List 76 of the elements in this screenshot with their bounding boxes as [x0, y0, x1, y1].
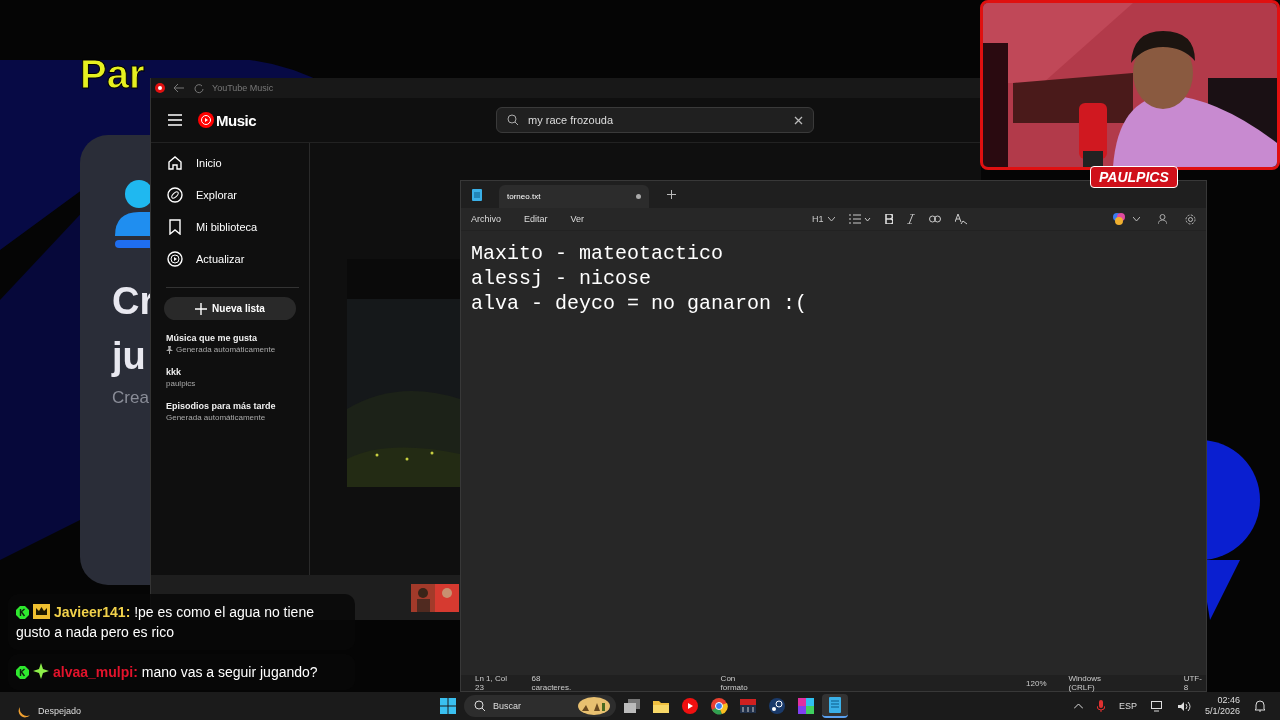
- character-count: 68 caracteres.: [531, 674, 573, 692]
- link-icon[interactable]: [928, 215, 941, 223]
- badge-icon: [16, 666, 29, 679]
- sparkle-icon: [33, 663, 49, 679]
- playlist-title[interactable]: Episodios para más tarde: [166, 401, 309, 411]
- app-icon: [155, 83, 165, 93]
- language-indicator[interactable]: ESP: [1118, 701, 1137, 711]
- notepad-icon: [472, 188, 482, 201]
- nav-item[interactable]: Inicio: [151, 147, 309, 179]
- playlist-subtitle: Generada automáticamente: [166, 413, 266, 422]
- add-tab-icon[interactable]: [667, 190, 676, 199]
- clock-date[interactable]: 5/1/2026: [1204, 706, 1240, 717]
- cursor-position: Ln 1, Col 23: [475, 674, 509, 692]
- playlist-title[interactable]: kkk: [166, 367, 309, 377]
- pin-icon: [166, 345, 173, 354]
- encoding: UTF-8: [1183, 674, 1203, 692]
- playlist-subtitle: Generada automáticamente: [176, 345, 276, 354]
- play-logo-icon: [198, 112, 214, 128]
- back-icon[interactable]: [173, 83, 185, 93]
- spellcheck-icon[interactable]: [954, 213, 967, 225]
- microphone-icon[interactable]: [1096, 700, 1105, 712]
- clock-time[interactable]: 02:46: [1217, 695, 1240, 706]
- search-field[interactable]: my race frozouda: [496, 107, 814, 133]
- home-icon: [167, 155, 183, 171]
- channel-logo: PAULPICS: [1090, 166, 1178, 188]
- clear-icon[interactable]: [794, 115, 803, 125]
- line-endings: Windows (CRLF): [1068, 674, 1102, 692]
- account-icon[interactable]: [1158, 214, 1167, 224]
- nav-item[interactable]: Mi biblioteca: [151, 211, 309, 243]
- format-status: Con formato: [720, 674, 749, 692]
- new-playlist-button[interactable]: Nueva lista: [164, 297, 296, 320]
- volume-icon[interactable]: [1177, 700, 1191, 712]
- taskbar-search[interactable]: Buscar: [464, 695, 616, 717]
- search-icon: [474, 700, 486, 712]
- text-line: alva - deyco = no ganaron :(: [471, 291, 809, 316]
- nav-item[interactable]: Explorar: [151, 179, 309, 211]
- caret-icon: [827, 216, 835, 222]
- playlist-subtitle: paulpics: [166, 379, 196, 388]
- heading-dropdown[interactable]: H1: [812, 214, 835, 224]
- menu-icon[interactable]: [168, 114, 182, 126]
- card-heading: Crea: [112, 388, 149, 408]
- menu-item[interactable]: Ver: [570, 214, 585, 224]
- card-heading: ju: [112, 335, 146, 378]
- window-title: YouTube Music: [212, 83, 274, 93]
- nav-item[interactable]: Actualizar: [151, 243, 309, 275]
- bold-icon[interactable]: [884, 214, 893, 224]
- text-line: alessj - nicose: [471, 266, 653, 291]
- weather-status: Despejado: [38, 706, 82, 716]
- caret-icon[interactable]: [1073, 703, 1083, 709]
- list-icon[interactable]: [848, 214, 871, 224]
- notepad-app-icon[interactable]: [822, 694, 848, 718]
- text-line: Maxito - mateotactico: [471, 241, 725, 266]
- disc-icon: [167, 251, 183, 267]
- overlay-title: Par: [80, 52, 145, 97]
- badge-icon: [16, 606, 29, 619]
- refresh-icon[interactable]: [193, 82, 204, 94]
- bookmark-icon: [167, 219, 183, 235]
- italic-icon[interactable]: [906, 214, 915, 224]
- playlist-title[interactable]: Música que me gusta: [166, 333, 309, 343]
- crown-icon: [33, 604, 50, 619]
- logo-text: Music: [216, 111, 256, 129]
- file-tab[interactable]: torneo.txt: [499, 185, 649, 208]
- zoom-level: 120%: [1026, 678, 1047, 688]
- card-heading: Cr: [112, 280, 155, 323]
- savanna-icon: [578, 697, 610, 715]
- caret-icon[interactable]: [1133, 216, 1140, 222]
- plus-icon: [195, 302, 208, 315]
- settings-icon[interactable]: [1185, 213, 1196, 225]
- menu-item[interactable]: Editar: [524, 214, 548, 224]
- network-icon[interactable]: [1150, 700, 1164, 712]
- notification-bell-icon[interactable]: [1254, 700, 1266, 712]
- compass-icon: [167, 187, 183, 203]
- menu-item[interactable]: Archivo: [471, 214, 501, 224]
- copilot-icon[interactable]: [1113, 213, 1125, 225]
- search-icon: [507, 114, 519, 126]
- start-icon[interactable]: [440, 698, 456, 714]
